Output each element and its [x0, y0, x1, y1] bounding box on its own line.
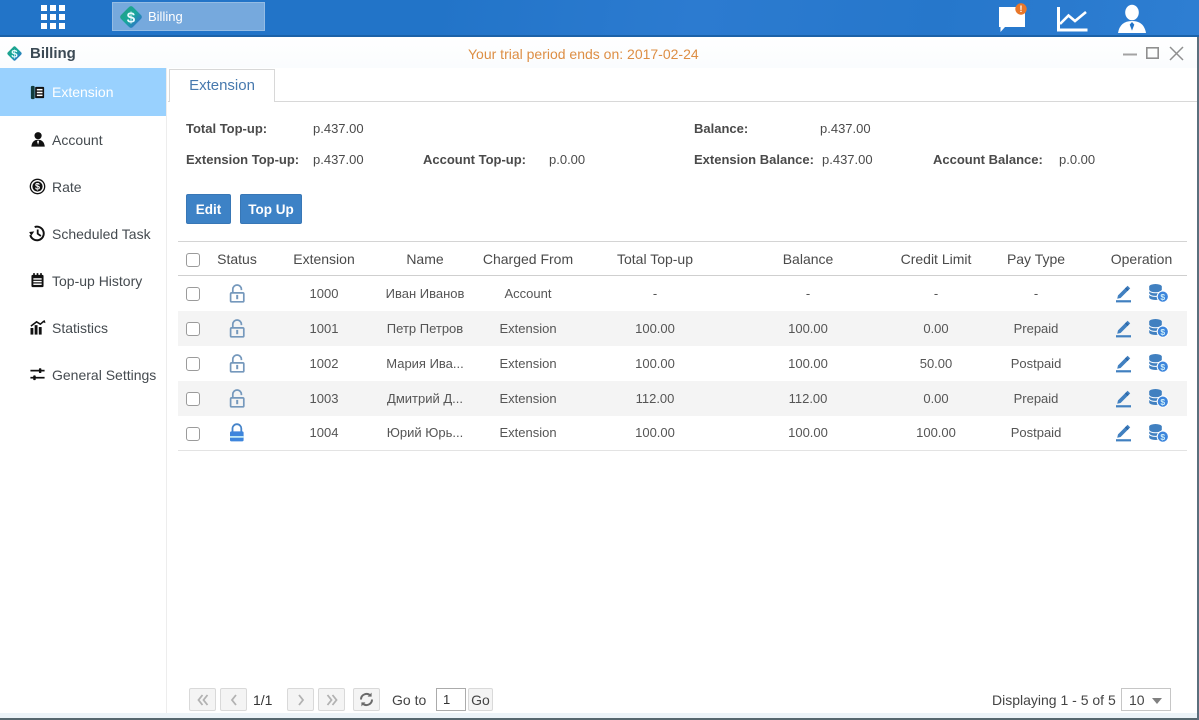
svg-text:$: $: [127, 9, 136, 26]
svg-text:!: !: [1020, 4, 1023, 14]
svg-text:$: $: [35, 182, 40, 192]
svg-text:$: $: [1160, 397, 1165, 407]
svg-text:$: $: [11, 49, 18, 61]
svg-text:$: $: [1160, 327, 1165, 337]
svg-text:$: $: [1160, 292, 1165, 302]
svg-text:$: $: [1160, 432, 1165, 442]
svg-text:$: $: [1160, 362, 1165, 372]
